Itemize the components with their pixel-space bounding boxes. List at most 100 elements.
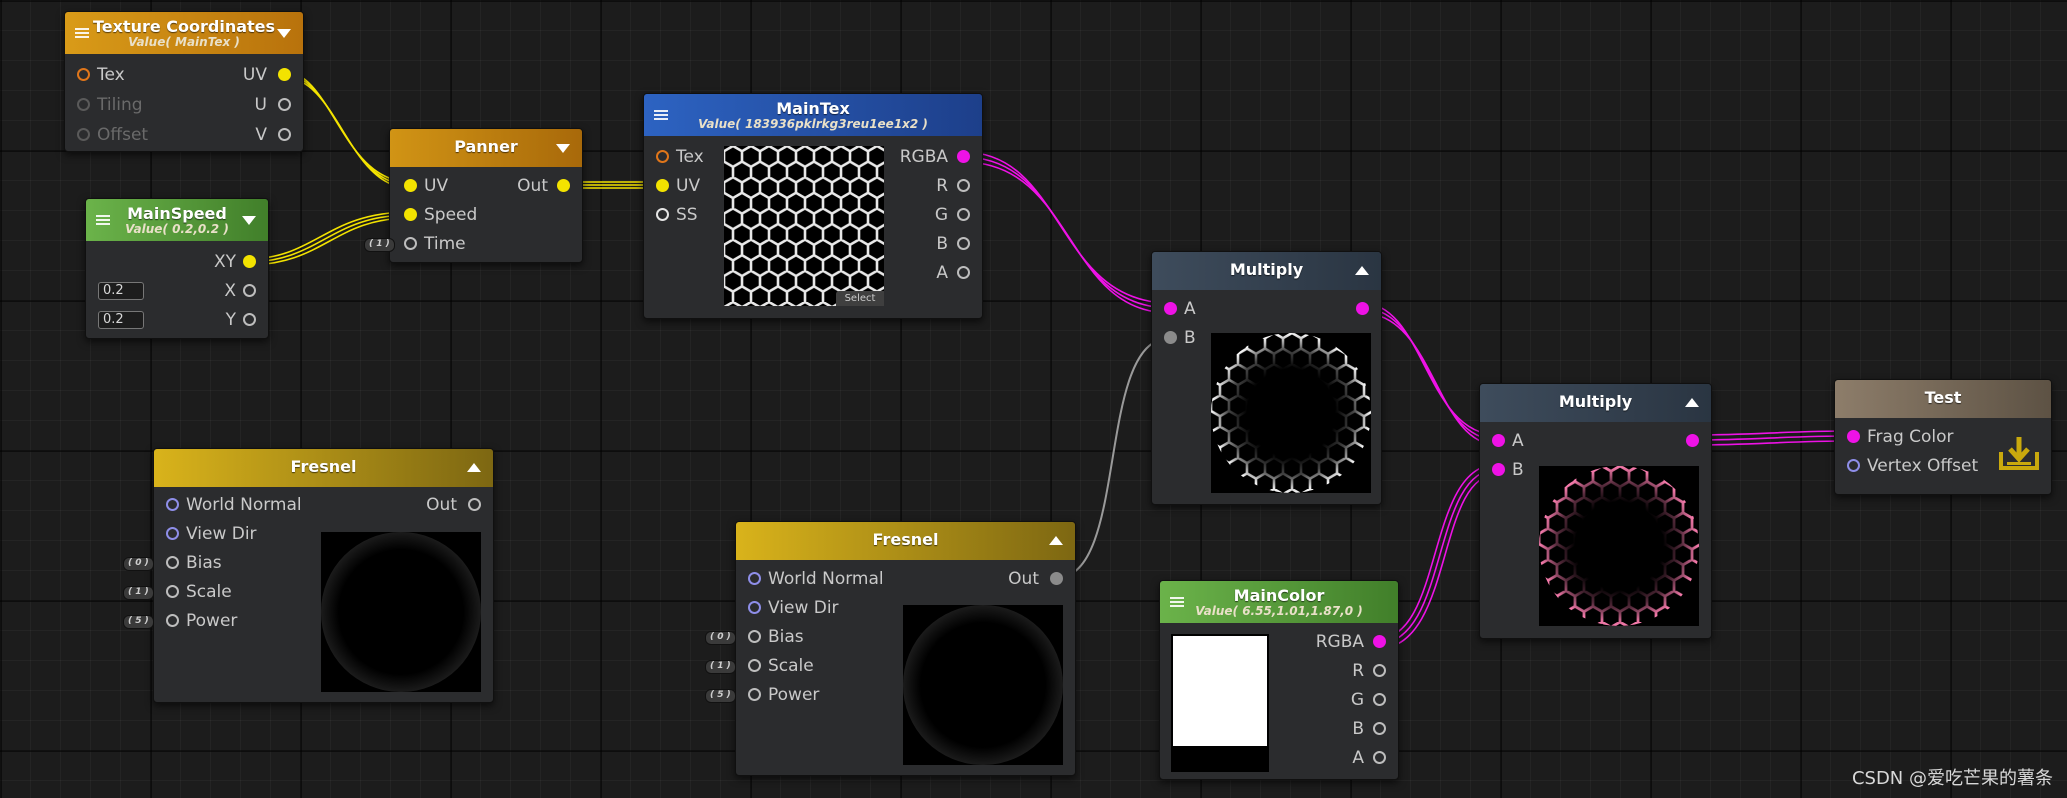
port-label-power: Power [768,685,820,705]
port-label-vertex-offset: Vertex Offset [1867,456,1979,476]
bias-default-value[interactable]: ( 0 ) [123,557,154,571]
select-texture-button[interactable]: Select [836,291,884,306]
output-port-x[interactable] [243,284,256,297]
output-port-y[interactable] [243,313,256,326]
port-label-x: X [224,281,236,301]
node-mainspeed[interactable]: MainSpeed Value( 0.2,0.2 ) XY 0.2 X 0.2 … [85,198,269,339]
output-port-out[interactable] [1050,572,1063,585]
node-multiply-1[interactable]: Multiply A B [1151,251,1382,505]
menu-icon[interactable] [1170,597,1184,607]
input-port-b[interactable] [1492,463,1505,476]
output-port-g[interactable] [957,208,970,221]
input-port-tex[interactable] [77,68,90,81]
x-value-field[interactable]: 0.2 [98,282,144,300]
power-default-value[interactable]: ( 5 ) [705,689,736,703]
input-port-uv[interactable] [656,179,669,192]
input-port-time[interactable] [404,237,417,250]
input-port-frag-color[interactable] [1847,430,1860,443]
collapse-arrow-icon[interactable] [467,463,481,472]
output-port-uv[interactable] [278,68,291,81]
output-port-r[interactable] [1373,664,1386,677]
input-port-tex[interactable] [656,150,669,163]
scale-default-value[interactable]: ( 1 ) [705,660,736,674]
input-port-power[interactable] [166,614,179,627]
menu-icon[interactable] [96,215,110,225]
bias-default-value[interactable]: ( 0 ) [705,631,736,645]
output-port-out[interactable] [557,179,570,192]
output-port-b[interactable] [957,237,970,250]
output-port-a[interactable] [1373,751,1386,764]
input-port-power[interactable] [748,688,761,701]
node-fresnel-1[interactable]: Fresnel World Normal View Dir Bias Scale… [153,448,494,703]
port-label-offset: Offset [97,125,149,145]
port-label-b: B [936,234,948,254]
output-port-out[interactable] [468,498,481,511]
y-value-field[interactable]: 0.2 [98,311,144,329]
collapse-arrow-icon[interactable] [1049,536,1063,545]
output-port-xy[interactable] [243,255,256,268]
input-port-a[interactable] [1164,302,1177,315]
output-port-v[interactable] [278,128,291,141]
output-port-a[interactable] [957,266,970,279]
port-label-view-dir: View Dir [768,598,839,618]
node-fresnel-2[interactable]: Fresnel World Normal View Dir Bias Scale… [735,521,1076,776]
node-title: MainTex [776,99,850,118]
time-default-value[interactable]: ( 1 ) [364,238,395,252]
node-header[interactable]: MainColor Value( 6.55,1.01,1.87,0 ) [1160,581,1398,623]
collapse-arrow-icon[interactable] [1355,266,1369,275]
power-default-value[interactable]: ( 5 ) [123,615,154,629]
input-port-bias[interactable] [748,630,761,643]
collapse-arrow-icon[interactable] [1685,398,1699,407]
input-port-b[interactable] [1164,331,1177,344]
menu-icon[interactable] [75,28,89,38]
input-port-offset[interactable] [77,128,90,141]
input-port-speed[interactable] [404,208,417,221]
fresnel-preview [321,532,481,692]
input-port-vertex-offset[interactable] [1847,459,1860,472]
node-header[interactable]: Fresnel [736,522,1075,560]
input-port-world-normal[interactable] [748,572,761,585]
input-port-scale[interactable] [748,659,761,672]
node-texture-coordinates[interactable]: Texture Coordinates Value( MainTex ) Tex… [64,11,304,152]
node-header[interactable]: MainSpeed Value( 0.2,0.2 ) [86,199,268,241]
port-label-a: A [1512,431,1524,451]
node-test-output[interactable]: Test Frag Color Vertex Offset [1834,379,2052,495]
output-port-u[interactable] [278,98,291,111]
node-maintex[interactable]: MainTex Value( 183936pklrkg3reu1ee1x2 ) … [643,93,983,319]
input-port-bias[interactable] [166,556,179,569]
color-preview[interactable] [1171,634,1269,772]
node-header[interactable]: Multiply [1152,252,1381,290]
input-port-tiling[interactable] [77,98,90,111]
output-port-r[interactable] [957,179,970,192]
output-port-rgba[interactable] [957,150,970,163]
node-header[interactable]: Test [1835,380,2051,418]
menu-icon[interactable] [654,110,668,120]
input-port-view-dir[interactable] [166,527,179,540]
node-panner[interactable]: Panner UV Speed Time Out [389,128,583,263]
collapse-arrow-icon[interactable] [556,144,570,153]
node-header[interactable]: Fresnel [154,449,493,487]
node-header[interactable]: Panner [390,129,582,167]
output-port-out[interactable] [1686,434,1699,447]
collapse-arrow-icon[interactable] [242,216,256,225]
port-label-world-normal: World Normal [186,495,302,515]
node-header[interactable]: Multiply [1480,384,1711,422]
output-port-out[interactable] [1356,302,1369,315]
node-header[interactable]: Texture Coordinates Value( MainTex ) [65,12,303,54]
input-port-world-normal[interactable] [166,498,179,511]
output-port-b[interactable] [1373,722,1386,735]
input-port-uv[interactable] [404,179,417,192]
save-shader-icon[interactable] [1997,434,2041,474]
node-maincolor[interactable]: MainColor Value( 6.55,1.01,1.87,0 ) RGBA… [1159,580,1399,780]
node-header[interactable]: MainTex Value( 183936pklrkg3reu1ee1x2 ) [644,94,982,136]
texture-preview[interactable]: Select [724,146,884,306]
input-port-a[interactable] [1492,434,1505,447]
node-multiply-2[interactable]: Multiply A B [1479,383,1712,639]
collapse-arrow-icon[interactable] [277,29,291,38]
input-port-ss[interactable] [656,208,669,221]
scale-default-value[interactable]: ( 1 ) [123,586,154,600]
input-port-scale[interactable] [166,585,179,598]
input-port-view-dir[interactable] [748,601,761,614]
output-port-g[interactable] [1373,693,1386,706]
output-port-rgba[interactable] [1373,635,1386,648]
